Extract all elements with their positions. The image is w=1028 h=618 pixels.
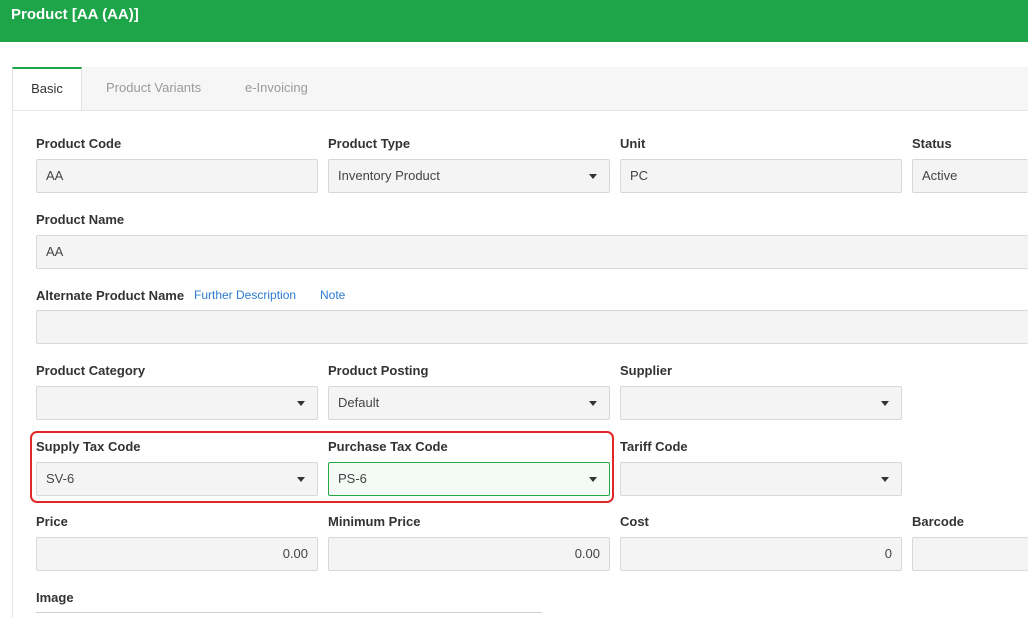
product-name-label: Product Name (36, 212, 125, 227)
image-upload-area[interactable] (36, 612, 542, 613)
cost-field[interactable]: 0 (620, 537, 902, 571)
app-header: Product [AA (AA)] (0, 0, 1028, 42)
product-type-select[interactable]: Inventory Product (328, 159, 610, 193)
chevron-down-icon (297, 401, 305, 406)
tab-bar: Basic Product Variants e-Invoicing (12, 67, 1028, 111)
alternate-product-name-field[interactable] (36, 310, 1028, 344)
note-link[interactable]: Note (320, 288, 345, 302)
cost-label: Cost (620, 514, 649, 529)
barcode-label: Barcode (912, 514, 965, 529)
product-posting-value: Default (338, 395, 380, 410)
panel-border (12, 110, 13, 618)
product-name-field[interactable]: AA (36, 235, 1028, 269)
tab-product-variants[interactable]: Product Variants (106, 67, 201, 110)
minimum-price-field[interactable]: 0.00 (328, 537, 610, 571)
product-category-select[interactable] (36, 386, 318, 420)
product-code-field[interactable]: AA (36, 159, 318, 193)
product-code-label: Product Code (36, 136, 122, 151)
tab-e-invoicing[interactable]: e-Invoicing (245, 67, 308, 110)
page-title: Product [AA (AA)] (11, 6, 139, 23)
further-description-link[interactable]: Further Description (194, 288, 296, 302)
price-field[interactable]: 0.00 (36, 537, 318, 571)
image-label: Image (36, 590, 74, 605)
barcode-field[interactable] (912, 537, 1028, 571)
status-label: Status (912, 136, 952, 151)
tax-code-highlight-box (30, 431, 614, 503)
chevron-down-icon (881, 401, 889, 406)
product-category-label: Product Category (36, 363, 146, 378)
price-label: Price (36, 514, 68, 529)
unit-label: Unit (620, 136, 646, 151)
tariff-code-label: Tariff Code (620, 439, 688, 454)
product-type-label: Product Type (328, 136, 411, 151)
minimum-price-label: Minimum Price (328, 514, 421, 529)
chevron-down-icon (881, 477, 889, 482)
supplier-select[interactable] (620, 386, 902, 420)
unit-field[interactable]: PC (620, 159, 902, 193)
product-posting-label: Product Posting (328, 363, 429, 378)
chevron-down-icon (589, 401, 597, 406)
product-posting-select[interactable]: Default (328, 386, 610, 420)
chevron-down-icon (589, 174, 597, 179)
status-field[interactable]: Active (912, 159, 1028, 193)
supplier-label: Supplier (620, 363, 673, 378)
alternate-product-name-label: Alternate Product Name (36, 288, 185, 303)
tab-basic[interactable]: Basic (12, 67, 82, 110)
tariff-code-select[interactable] (620, 462, 902, 496)
product-type-value: Inventory Product (338, 168, 440, 183)
